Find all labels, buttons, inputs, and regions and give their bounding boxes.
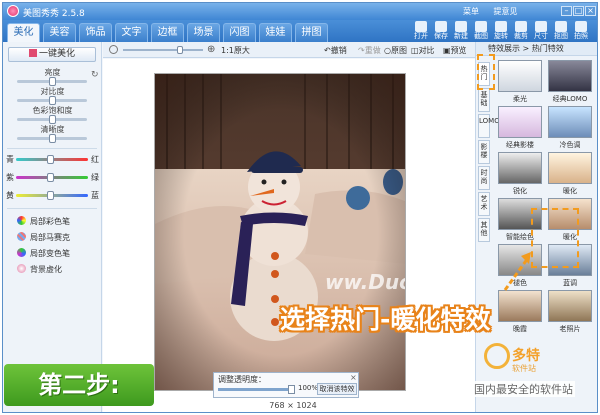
- instruction-callout: 选择热门-暖化特效: [280, 305, 491, 334]
- duote-logo-icon: [484, 343, 510, 369]
- watermark-name: 多特: [512, 348, 540, 364]
- watermark-sub: 软件站: [512, 364, 536, 373]
- watermark-slogan: 国内最安全的软件站: [472, 381, 575, 397]
- duote-site-watermark: 多特 软件站 国内最安全的软件站: [472, 343, 596, 397]
- step-badge: 第二步:: [4, 364, 154, 406]
